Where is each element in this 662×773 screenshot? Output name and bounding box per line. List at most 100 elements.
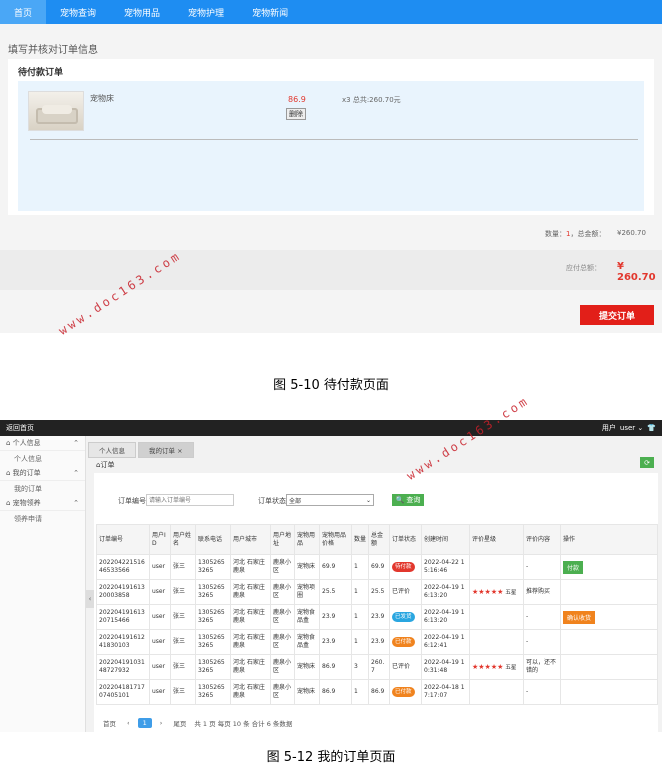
pager-info: 共 1 页 每页 10 条 合计 6 条数据 bbox=[194, 720, 293, 728]
sidebar-item-my-orders[interactable]: 我的订单 bbox=[0, 481, 85, 496]
cell-city: 河北 石家庄 鹿泉 bbox=[230, 554, 271, 580]
current-page[interactable]: 1 bbox=[137, 718, 152, 728]
column-header: 用户姓名 bbox=[170, 524, 196, 555]
table-row: 20220422151646533566 user 张三 13052653265 河北 … bbox=[96, 554, 658, 580]
confirm-receipt-button[interactable]: 确认收货 bbox=[563, 610, 596, 624]
caption-figure-5-10: 图 5-10 待付款页面 bbox=[273, 378, 389, 393]
tab-my-orders[interactable]: 我的订单 × bbox=[138, 442, 194, 458]
cell-addr: 鹿泉小区 bbox=[270, 579, 295, 605]
nav-home[interactable]: 首页 bbox=[0, 0, 47, 24]
nav-pet-supplies[interactable]: 宠物用品 bbox=[110, 0, 174, 24]
delete-button[interactable]: 删除 bbox=[286, 108, 306, 120]
breadcrumb: ⌂订单 bbox=[96, 461, 115, 469]
cell-action: 确认收货 bbox=[560, 604, 658, 630]
order-item-panel: 宠物床 86.9 删除 x3 总共:260.70元 bbox=[18, 81, 644, 211]
cell-phone: 13052653265 bbox=[195, 604, 231, 630]
cell-name: 张三 bbox=[170, 654, 196, 680]
nav-pet-news[interactable]: 宠物新闻 bbox=[238, 0, 302, 24]
nav-pet-query[interactable]: 宠物查询 bbox=[46, 0, 110, 24]
pagination: 首页 ‹ 1 › 尾页 共 1 页 每页 10 条 合计 6 条数据 bbox=[100, 717, 292, 729]
order-status-select[interactable]: 全部 ⌄ bbox=[286, 494, 374, 506]
cell-qty: 1 bbox=[351, 679, 369, 705]
cell-price: 23.9 bbox=[319, 604, 352, 630]
pay-button[interactable]: 付款 bbox=[563, 560, 584, 574]
cell-name: 张三 bbox=[170, 629, 196, 655]
last-page-link[interactable]: 尾页 bbox=[170, 717, 189, 729]
order-no-input[interactable] bbox=[146, 494, 234, 506]
column-header: 总金额 bbox=[368, 524, 390, 555]
cell-action bbox=[560, 629, 658, 655]
cell-action bbox=[560, 679, 658, 705]
sidebar-group-personal-info[interactable]: ⌂ 个人信息 ⌃ bbox=[0, 436, 85, 451]
cell-uid: user bbox=[149, 579, 171, 605]
cell-time: 2022-04-18 17:17:07 bbox=[421, 679, 470, 705]
refresh-icon[interactable]: ⟳ bbox=[640, 457, 654, 468]
cell-status: 已发货 bbox=[389, 604, 422, 630]
payable-amount: ¥ 260.70 bbox=[617, 261, 656, 283]
order-status-label: 订单状态 bbox=[258, 497, 286, 505]
sidebar-item-adoption-request[interactable]: 领养申请 bbox=[0, 511, 85, 526]
cell-phone: 13052653265 bbox=[195, 554, 231, 580]
cell-review: 可以，还不错的 bbox=[523, 654, 561, 680]
cell-total: 260.7 bbox=[368, 654, 390, 680]
cell-rating bbox=[469, 554, 524, 580]
cell-total: 23.9 bbox=[368, 629, 390, 655]
cell-uid: user bbox=[149, 679, 171, 705]
cell-id: 20220422151646533566 bbox=[96, 554, 150, 580]
column-header: 用户ID bbox=[149, 524, 171, 555]
nav-pet-care[interactable]: 宠物护理 bbox=[174, 0, 238, 24]
sidebar: ⌂ 个人信息 ⌃ 个人信息 ⌂ 我的订单 ⌃ 我的订单 ⌂ 宠物领养 ⌃ 领养申请 bbox=[0, 436, 86, 732]
table-row: 20220419161320715466 user 张三 13052653265 河北 … bbox=[96, 604, 658, 630]
cell-action bbox=[560, 579, 658, 605]
column-header: 订单编号 bbox=[96, 524, 150, 555]
cell-review: 推荐购买 bbox=[523, 579, 561, 605]
cell-rating bbox=[469, 679, 524, 705]
summary-line: 数量：1，总金额： bbox=[545, 229, 605, 239]
prev-page-link[interactable]: ‹ bbox=[124, 718, 133, 728]
product-name[interactable]: 宠物床 bbox=[90, 93, 114, 104]
cell-uid: user bbox=[149, 554, 171, 580]
sidebar-group-my-orders[interactable]: ⌂ 我的订单 ⌃ bbox=[0, 466, 85, 481]
sidebar-item-personal-info[interactable]: 个人信息 bbox=[0, 451, 85, 466]
cell-price: 86.9 bbox=[319, 679, 352, 705]
cell-status: 已评价 bbox=[389, 579, 422, 605]
chevron-up-icon: ⌃ bbox=[73, 469, 79, 477]
user-menu[interactable]: user ⌄ bbox=[620, 424, 643, 432]
chevron-down-icon: ⌄ bbox=[365, 496, 371, 504]
cell-phone: 13052653265 bbox=[195, 579, 231, 605]
column-header: 宠物用品 bbox=[294, 524, 320, 555]
cell-time: 2022-04-19 16:12:41 bbox=[421, 629, 470, 655]
cell-total: 86.9 bbox=[368, 679, 390, 705]
table-row: 20220419103148727932 user 张三 13052653265 河北 … bbox=[96, 654, 658, 680]
divider bbox=[30, 139, 638, 140]
sidebar-group-adoption[interactable]: ⌂ 宠物领养 ⌃ bbox=[0, 496, 85, 511]
query-button[interactable]: 🔍 查询 bbox=[392, 494, 424, 506]
cell-item: 宠物床 bbox=[294, 654, 320, 680]
cell-phone: 13052653265 bbox=[195, 654, 231, 680]
back-home-link[interactable]: 返回首页 bbox=[6, 423, 34, 433]
cell-review: - bbox=[523, 629, 561, 655]
cell-id: 20220419161320003858 bbox=[96, 579, 150, 605]
cell-id: 20220419161241830103 bbox=[96, 629, 150, 655]
shirt-icon[interactable]: 👕 bbox=[647, 424, 656, 432]
star-rating-icon: ★★★★★ bbox=[472, 662, 504, 671]
cell-uid: user bbox=[149, 654, 171, 680]
cell-total: 23.9 bbox=[368, 604, 390, 630]
tab-personal-info[interactable]: 个人信息 bbox=[88, 442, 136, 458]
next-page-link[interactable]: › bbox=[157, 718, 166, 728]
cell-price: 86.9 bbox=[319, 654, 352, 680]
cell-status: 已付款 bbox=[389, 629, 422, 655]
column-header: 用户城市 bbox=[230, 524, 271, 555]
cell-qty: 3 bbox=[351, 654, 369, 680]
table-row: 20220418171707405101 user 张三 13052653265 河北 … bbox=[96, 679, 658, 705]
first-page-link[interactable]: 首页 bbox=[100, 717, 119, 729]
sidebar-collapse-icon[interactable]: ‹ bbox=[86, 590, 94, 608]
submit-order-button[interactable]: 提交订单 bbox=[580, 305, 654, 325]
section-title: 填写并核对订单信息 bbox=[8, 45, 98, 56]
status-badge: 已付款 bbox=[392, 637, 415, 647]
cell-price: 69.9 bbox=[319, 554, 352, 580]
admin-topbar: 返回首页 用户 user ⌄ 👕 bbox=[0, 420, 662, 436]
search-icon: 🔍 bbox=[395, 497, 405, 504]
cell-action: 付款 bbox=[560, 554, 658, 580]
cell-addr: 鹿泉小区 bbox=[270, 554, 295, 580]
